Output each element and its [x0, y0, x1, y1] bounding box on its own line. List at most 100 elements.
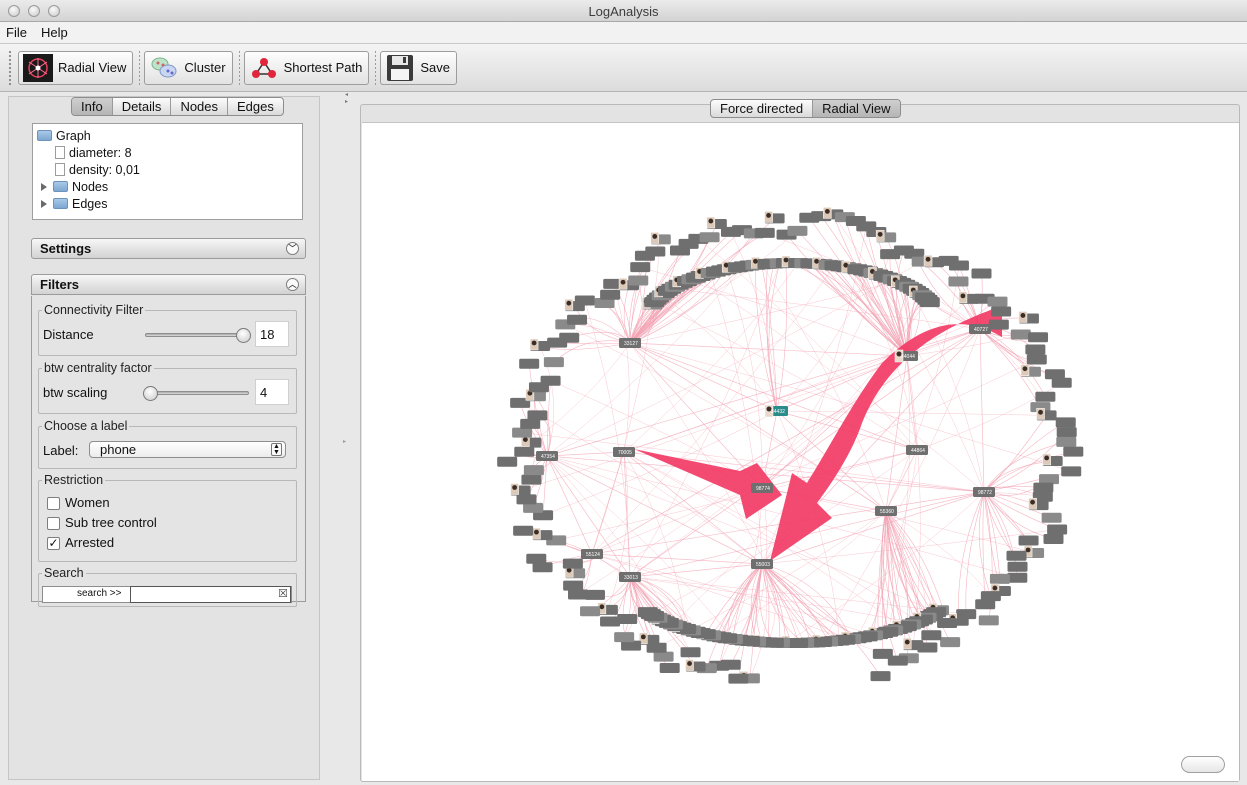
window-title: LogAnalysis: [588, 4, 659, 19]
menu-file[interactable]: File: [6, 25, 27, 40]
search-input[interactable]: [130, 586, 291, 603]
tab-edges[interactable]: Edges: [227, 98, 283, 115]
graph-edge: [623, 451, 631, 578]
tree-item-density[interactable]: density: 0,01: [37, 161, 298, 178]
btw-scaling-value[interactable]: 4: [255, 379, 289, 405]
person-head-icon: [814, 258, 819, 264]
graph-node-box: [532, 562, 553, 573]
graph-node: [1061, 466, 1082, 477]
filters-title: Filters: [40, 277, 80, 292]
collapse-chevron-icon[interactable]: ︿: [286, 278, 299, 291]
tab-radial-view[interactable]: Radial View: [812, 100, 900, 117]
search-row: search >> ☒: [42, 586, 292, 603]
document-icon: [55, 163, 65, 176]
toolbar-grip[interactable]: [8, 49, 12, 86]
graph-node: [989, 573, 1010, 584]
graph-hub-label: 55360: [880, 509, 894, 515]
graph-node-box: [1025, 344, 1046, 355]
graph-node-box: [699, 232, 720, 243]
radial-view-label: Radial View: [58, 60, 127, 75]
graph-node-box: [617, 613, 638, 624]
graph-node: [659, 663, 680, 674]
overview-toggle-button[interactable]: [1181, 756, 1225, 773]
graph-node-box: [523, 465, 544, 476]
graph-node-box: [921, 630, 942, 641]
disclosure-triangle-icon[interactable]: [41, 182, 47, 191]
tree-label-graph: Graph: [56, 128, 91, 143]
graph-node: [978, 615, 999, 626]
graph-node-box: [1041, 512, 1062, 523]
graph-node-box: [562, 558, 583, 569]
label-select-value: phone: [100, 442, 137, 457]
graph-node: [574, 295, 595, 306]
graph-node-box: [580, 606, 601, 617]
graph-node-box: [659, 663, 680, 674]
tab-force-directed[interactable]: Force directed: [711, 100, 812, 117]
graph-node: [1041, 512, 1062, 523]
cluster-button[interactable]: Cluster: [144, 50, 233, 85]
graph-node: [529, 338, 551, 351]
splitter-handle-icon[interactable]: ▸: [343, 438, 346, 445]
graph-node: [754, 227, 775, 238]
person-head-icon: [1020, 313, 1026, 318]
label-select[interactable]: phone ▲ ▼: [89, 441, 286, 458]
sub-tree-control-label: Sub tree control: [65, 515, 157, 530]
choose-label-group: Choose a label Label: phone ▲ ▼: [38, 419, 297, 469]
filters-panel: Connectivity Filter Distance 18 btw cent…: [31, 296, 306, 607]
cluster-label: Cluster: [184, 60, 226, 75]
settings-panel-header[interactable]: Settings ﹀: [31, 238, 306, 259]
graph-node: [1043, 533, 1064, 544]
tab-info[interactable]: Info: [72, 98, 112, 115]
graph-edge: [885, 449, 918, 512]
group-label: Connectivity Filter: [42, 303, 146, 317]
person-head-icon: [566, 300, 572, 306]
distance-value[interactable]: 18: [255, 321, 289, 347]
shortest-path-button[interactable]: Shortest Path: [243, 50, 370, 85]
save-button[interactable]: Save: [380, 50, 458, 85]
graph-edge: [906, 355, 918, 451]
group-label: Choose a label: [42, 419, 130, 433]
label-field-label: Label:: [43, 443, 79, 458]
graph-node-box: [1035, 391, 1056, 402]
tab-nodes[interactable]: Nodes: [170, 98, 227, 115]
radial-view-button[interactable]: Radial View: [18, 50, 134, 85]
tree-item-graph[interactable]: Graph: [37, 127, 298, 144]
women-checkbox[interactable]: [47, 497, 60, 510]
person-head-icon: [753, 258, 758, 264]
filters-panel-header[interactable]: Filters ︿: [31, 274, 306, 295]
graph-node-box: [991, 306, 1012, 317]
arrested-checkbox[interactable]: ✓: [47, 537, 60, 550]
expand-chevron-icon[interactable]: ﹀: [286, 242, 299, 255]
menu-help[interactable]: Help: [41, 25, 68, 40]
graph-node-box: [497, 456, 518, 467]
graph-hub-label: 55124: [586, 552, 600, 558]
tree-item-edges[interactable]: Edges: [37, 195, 298, 212]
clear-search-icon[interactable]: ☒: [278, 587, 288, 600]
graph-node: [630, 262, 651, 273]
disclosure-triangle-icon[interactable]: [41, 199, 47, 208]
network-graph[interactable]: 55003 34432 70005 98774 40727 34044 47354 33127…: [362, 123, 1239, 782]
graph-hub-node: 55003: [751, 559, 773, 569]
graph-node: [543, 357, 564, 368]
graph-node: [516, 494, 537, 505]
distance-slider-track[interactable]: [145, 333, 249, 337]
splitter-arrows-icon[interactable]: ◂ ▸: [345, 92, 348, 106]
graph-node: [621, 640, 642, 651]
tab-details[interactable]: Details: [111, 98, 171, 115]
distance-slider-knob[interactable]: [235, 328, 251, 343]
btw-slider-track[interactable]: [145, 391, 249, 395]
graph-node: [948, 276, 969, 287]
graph-canvas[interactable]: 55003 34432 70005 98774 40727 34044 47354 33127…: [362, 122, 1239, 781]
sub-tree-control-checkbox[interactable]: [47, 517, 60, 530]
graph-node: [639, 632, 660, 645]
tree-item-nodes[interactable]: Nodes: [37, 178, 298, 195]
panel-splitter[interactable]: ◂ ▸ ▸: [341, 92, 351, 782]
graph-node-box: [1043, 533, 1064, 544]
graph-node: [521, 474, 542, 485]
graph-node-box: [513, 525, 534, 536]
person-head-icon: [925, 256, 931, 262]
tree-item-diameter[interactable]: diameter: 8: [37, 144, 298, 161]
graph-hub-node: 33013: [619, 572, 641, 582]
graph-node: [567, 589, 588, 600]
btw-slider-knob[interactable]: [143, 386, 159, 401]
